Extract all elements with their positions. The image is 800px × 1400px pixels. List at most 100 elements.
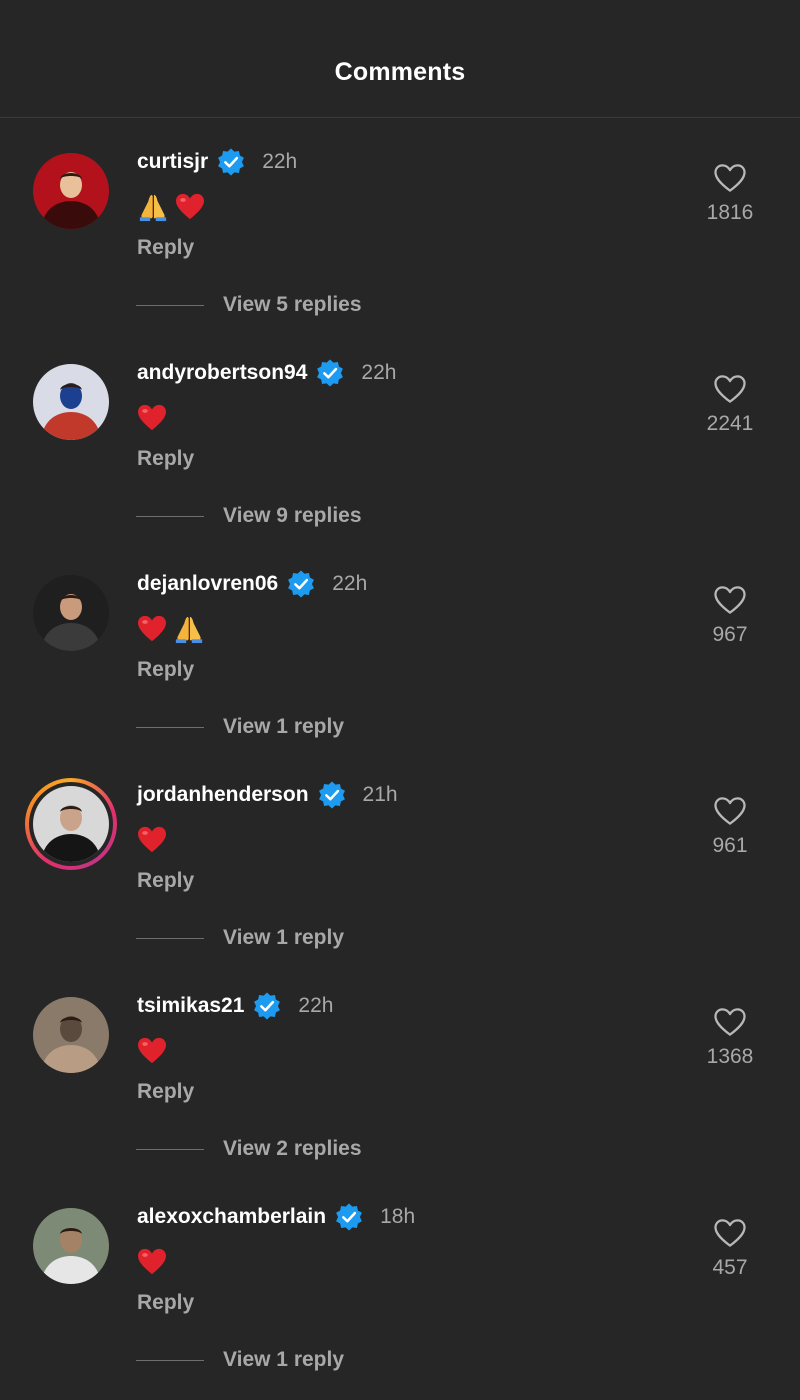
- view-replies-button[interactable]: View 1 reply: [136, 713, 344, 741]
- like-heart-icon[interactable]: [690, 1218, 770, 1248]
- username[interactable]: curtisjr: [137, 150, 208, 174]
- username[interactable]: jordanhenderson: [137, 783, 309, 807]
- red-heart-emoji-icon: [137, 1248, 167, 1276]
- view-replies-button[interactable]: View 5 replies: [136, 291, 362, 319]
- reply-button[interactable]: Reply: [137, 869, 194, 893]
- comment-text: [137, 824, 167, 856]
- view-replies-label: View 1 reply: [223, 926, 345, 949]
- comment-time: 21h: [362, 783, 398, 806]
- like-section: 457: [690, 1218, 770, 1280]
- verified-badge-icon: [286, 569, 316, 599]
- red-heart-emoji-icon: [137, 826, 167, 854]
- comment-header: dejanlovren06 22h: [137, 569, 367, 599]
- comment-item: dejanlovren06 22h Reply View 1 reply 967: [0, 541, 800, 752]
- comment-time: 22h: [361, 361, 397, 384]
- like-count: 457: [712, 1256, 748, 1279]
- comment-time: 22h: [298, 994, 334, 1017]
- comment-item: tsimikas21 22h Reply View 2 replies 1368: [0, 963, 800, 1174]
- verified-badge-icon: [216, 147, 246, 177]
- reply-button[interactable]: Reply: [137, 1291, 194, 1315]
- username[interactable]: andyrobertson94: [137, 361, 307, 385]
- red-heart-emoji-icon: [137, 1037, 167, 1065]
- like-count: 967: [712, 623, 748, 646]
- view-replies-label: View 1 reply: [223, 715, 345, 738]
- reply-button[interactable]: Reply: [137, 447, 194, 471]
- like-heart-icon[interactable]: [690, 796, 770, 826]
- comment-time: 22h: [332, 572, 368, 595]
- verified-badge-icon: [252, 991, 282, 1021]
- like-section: 961: [690, 796, 770, 858]
- page-title: Comments: [334, 58, 466, 86]
- like-section: 1816: [690, 163, 770, 225]
- view-replies-label: View 2 replies: [223, 1137, 362, 1160]
- avatar-portrait-0: [33, 153, 109, 229]
- comment-text: [137, 613, 205, 645]
- reply-button[interactable]: Reply: [137, 236, 194, 260]
- like-heart-icon[interactable]: [690, 374, 770, 404]
- red-heart-emoji-icon: [137, 615, 167, 643]
- comment-header: alexoxchamberlain 18h: [137, 1202, 415, 1232]
- red-heart-emoji-icon: [175, 193, 205, 221]
- comment-header: andyrobertson94 22h: [137, 358, 396, 388]
- avatar-portrait-3: [33, 786, 109, 862]
- divider-line: [136, 937, 204, 939]
- divider-line: [136, 515, 204, 517]
- comment-item: jordanhenderson 21h Reply View 1 reply 961: [0, 752, 800, 963]
- reply-button[interactable]: Reply: [137, 658, 194, 682]
- view-replies-button[interactable]: View 9 replies: [136, 502, 362, 530]
- like-count: 1816: [706, 201, 754, 224]
- verified-badge-icon: [315, 358, 345, 388]
- username[interactable]: tsimikas21: [137, 994, 244, 1018]
- view-replies-label: View 9 replies: [223, 504, 362, 527]
- comment-text: [137, 191, 205, 223]
- avatar[interactable]: [33, 153, 109, 229]
- like-count: 1368: [706, 1045, 754, 1068]
- like-section: 967: [690, 585, 770, 647]
- view-replies-button[interactable]: View 2 replies: [136, 1135, 362, 1163]
- comment-time: 18h: [380, 1205, 416, 1228]
- folded-hands-emoji-icon: [137, 192, 169, 222]
- divider-line: [136, 726, 204, 728]
- avatar[interactable]: [33, 364, 109, 440]
- folded-hands-emoji-icon: [173, 614, 205, 644]
- reply-button[interactable]: Reply: [137, 1080, 194, 1104]
- story-ring[interactable]: [25, 778, 117, 870]
- comments-header: Comments: [0, 0, 800, 118]
- comment-text: [137, 1246, 167, 1278]
- avatar[interactable]: [33, 1208, 109, 1284]
- view-replies-button[interactable]: View 1 reply: [136, 924, 344, 952]
- avatar-portrait-5: [33, 1208, 109, 1284]
- avatar[interactable]: [33, 575, 109, 651]
- avatar[interactable]: [33, 997, 109, 1073]
- avatar[interactable]: [25, 778, 117, 870]
- comment-header: tsimikas21 22h: [137, 991, 333, 1021]
- view-replies-label: View 1 reply: [223, 1348, 345, 1371]
- like-count: 961: [712, 834, 748, 857]
- verified-badge-icon: [317, 780, 347, 810]
- divider-line: [136, 304, 204, 306]
- avatar-portrait-1: [33, 364, 109, 440]
- avatar-portrait-2: [33, 575, 109, 651]
- comment-item: andyrobertson94 22h Reply View 9 replies 224…: [0, 330, 800, 541]
- comment-text: [137, 402, 167, 434]
- like-count: 2241: [706, 412, 754, 435]
- like-heart-icon[interactable]: [690, 1007, 770, 1037]
- comment-text: [137, 1035, 167, 1067]
- comment-item: curtisjr 22h Reply View 5 replies 1816: [0, 119, 800, 330]
- view-replies-button[interactable]: View 1 reply: [136, 1346, 344, 1374]
- like-heart-icon[interactable]: [690, 163, 770, 193]
- verified-badge-icon: [334, 1202, 364, 1232]
- like-section: 1368: [690, 1007, 770, 1069]
- divider-line: [136, 1359, 204, 1361]
- comment-header: jordanhenderson 21h: [137, 780, 398, 810]
- username[interactable]: alexoxchamberlain: [137, 1205, 326, 1229]
- comment-time: 22h: [262, 150, 298, 173]
- divider-line: [136, 1148, 204, 1150]
- avatar-portrait-4: [33, 997, 109, 1073]
- like-heart-icon[interactable]: [690, 585, 770, 615]
- like-section: 2241: [690, 374, 770, 436]
- red-heart-emoji-icon: [137, 404, 167, 432]
- comment-header: curtisjr 22h: [137, 147, 297, 177]
- username[interactable]: dejanlovren06: [137, 572, 278, 596]
- view-replies-label: View 5 replies: [223, 293, 362, 316]
